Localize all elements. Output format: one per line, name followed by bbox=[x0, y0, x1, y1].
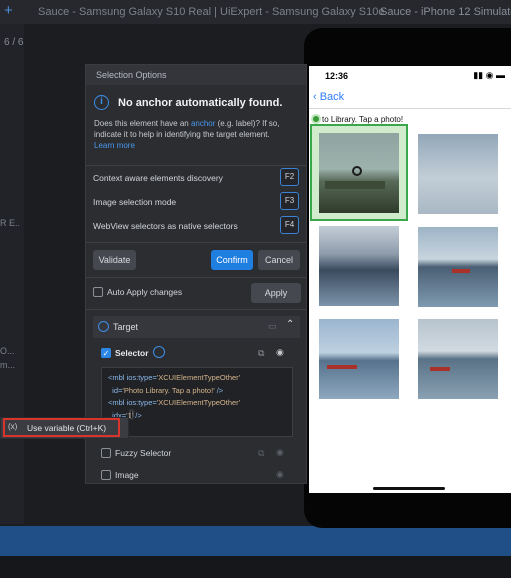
boat bbox=[452, 269, 470, 273]
desc-text: Does this element have an bbox=[94, 119, 191, 128]
code-token: 'XCUIElementTypeOther' bbox=[156, 398, 241, 407]
copy-icon[interactable]: ⧉ bbox=[258, 348, 264, 359]
learn-more-link[interactable]: Learn more bbox=[94, 141, 135, 150]
code-token: id= bbox=[112, 385, 123, 395]
selector-label: Selector bbox=[115, 348, 149, 358]
dialog-title: Selection Options bbox=[96, 70, 167, 80]
divider bbox=[86, 309, 306, 310]
photo-thumbnail[interactable] bbox=[418, 134, 498, 214]
divider bbox=[86, 277, 306, 278]
window-tab-title[interactable]: Sauce - Samsung Galaxy S10 Real | UiExpe… bbox=[38, 6, 384, 18]
code-token: /> bbox=[133, 410, 142, 420]
use-variable-text: Use variable (Ctrl+K) bbox=[27, 423, 107, 433]
status-bar bbox=[0, 526, 511, 556]
side-label: O... bbox=[0, 346, 15, 356]
selector-checkbox[interactable]: ✓ bbox=[101, 348, 111, 358]
nav-divider bbox=[309, 108, 511, 109]
no-anchor-heading: No anchor automatically found. bbox=[118, 97, 283, 109]
photo-thumbnail[interactable] bbox=[418, 227, 498, 307]
code-token: 'Photo Library. Tap a photo!' bbox=[122, 385, 215, 395]
code-token: /> bbox=[214, 385, 224, 395]
bottom-strip bbox=[0, 556, 511, 578]
validate-button[interactable]: Validate bbox=[93, 250, 136, 270]
anchor-link[interactable]: anchor bbox=[191, 119, 215, 128]
code-token: <mbl ios:type= bbox=[108, 398, 157, 407]
photo-thumbnail[interactable] bbox=[319, 319, 399, 399]
left-panel bbox=[0, 24, 24, 524]
selection-target-icon bbox=[352, 166, 362, 176]
image-checkbox[interactable] bbox=[101, 470, 111, 480]
shortcut-f3[interactable]: F3 bbox=[280, 192, 299, 210]
fuzzy-selector-checkbox[interactable] bbox=[101, 448, 111, 458]
ios-status-icons: ▮▮ ◉ ▬ bbox=[473, 70, 505, 80]
target-label: Target bbox=[113, 322, 139, 332]
home-indicator bbox=[373, 487, 445, 490]
trash-icon[interactable]: ▭ bbox=[268, 321, 277, 332]
shortcut-f4[interactable]: F4 bbox=[280, 216, 299, 234]
selector-editor[interactable]: <mbl ios:type='XCUIElementTypeOther' id=… bbox=[101, 367, 293, 437]
info-icon: i bbox=[94, 95, 109, 110]
photo-thumbnail[interactable] bbox=[319, 226, 399, 306]
side-label: R E.. bbox=[0, 218, 21, 228]
boat bbox=[327, 365, 357, 369]
dialog-header: Selection Options bbox=[86, 65, 306, 85]
apply-button[interactable]: Apply bbox=[251, 283, 301, 303]
target-marker-icon bbox=[311, 114, 321, 124]
photo-library-label: to Library. Tap a photo! bbox=[311, 114, 403, 124]
option-webview-selectors: WebView selectors as native selectors bbox=[93, 221, 238, 231]
variable-icon: (x) bbox=[8, 422, 18, 431]
shortcut-f2[interactable]: F2 bbox=[280, 168, 299, 186]
code-token: <mbl ios:type= bbox=[108, 373, 157, 382]
side-label: m... bbox=[0, 360, 15, 370]
fuzzy-selector-label: Fuzzy Selector bbox=[115, 448, 172, 458]
code-token: 'XCUIElementTypeOther' bbox=[156, 373, 241, 382]
copy-icon[interactable]: ⧉ bbox=[258, 448, 264, 459]
text-cursor-icon: I bbox=[130, 409, 134, 421]
eye-icon[interactable]: ◉ bbox=[276, 347, 284, 358]
target-icon bbox=[98, 321, 109, 332]
title-bar: + Sauce - Samsung Galaxy S10 Real | UiEx… bbox=[0, 0, 511, 24]
cancel-button[interactable]: Cancel bbox=[258, 250, 300, 270]
chevron-up-icon[interactable]: ⌃ bbox=[286, 319, 294, 330]
photo-library-text: to Library. Tap a photo! bbox=[322, 115, 404, 124]
target-selector-icon[interactable] bbox=[153, 346, 165, 358]
auto-apply-label: Auto Apply changes bbox=[107, 287, 183, 297]
photo-thumbnail[interactable] bbox=[319, 133, 399, 213]
eye-icon[interactable]: ◉ bbox=[276, 469, 284, 480]
add-tab-icon[interactable]: + bbox=[4, 2, 13, 19]
anchor-description: Does this element have an anchor (e.g. l… bbox=[94, 118, 299, 151]
auto-apply-checkbox[interactable] bbox=[93, 287, 103, 297]
window-tab-title-2[interactable]: Sauce - iPhone 12 Simulator bbox=[380, 6, 511, 18]
image-label: Image bbox=[115, 470, 139, 480]
divider bbox=[86, 242, 306, 243]
divider bbox=[86, 165, 306, 166]
page-counter: 6 / 6 bbox=[4, 37, 24, 48]
ios-time: 12:36 bbox=[325, 71, 349, 81]
photo-thumbnail[interactable] bbox=[418, 319, 498, 399]
confirm-button[interactable]: Confirm bbox=[211, 250, 253, 270]
eye-icon[interactable]: ◉ bbox=[276, 447, 284, 458]
option-context-aware: Context aware elements discovery bbox=[93, 173, 223, 183]
boat bbox=[430, 367, 450, 371]
option-image-selection: Image selection mode bbox=[93, 197, 177, 207]
city-skyline bbox=[325, 181, 385, 189]
target-section-header[interactable]: Target ▭ ⌃ bbox=[93, 316, 300, 338]
back-button[interactable]: ‹ Back bbox=[313, 91, 344, 103]
